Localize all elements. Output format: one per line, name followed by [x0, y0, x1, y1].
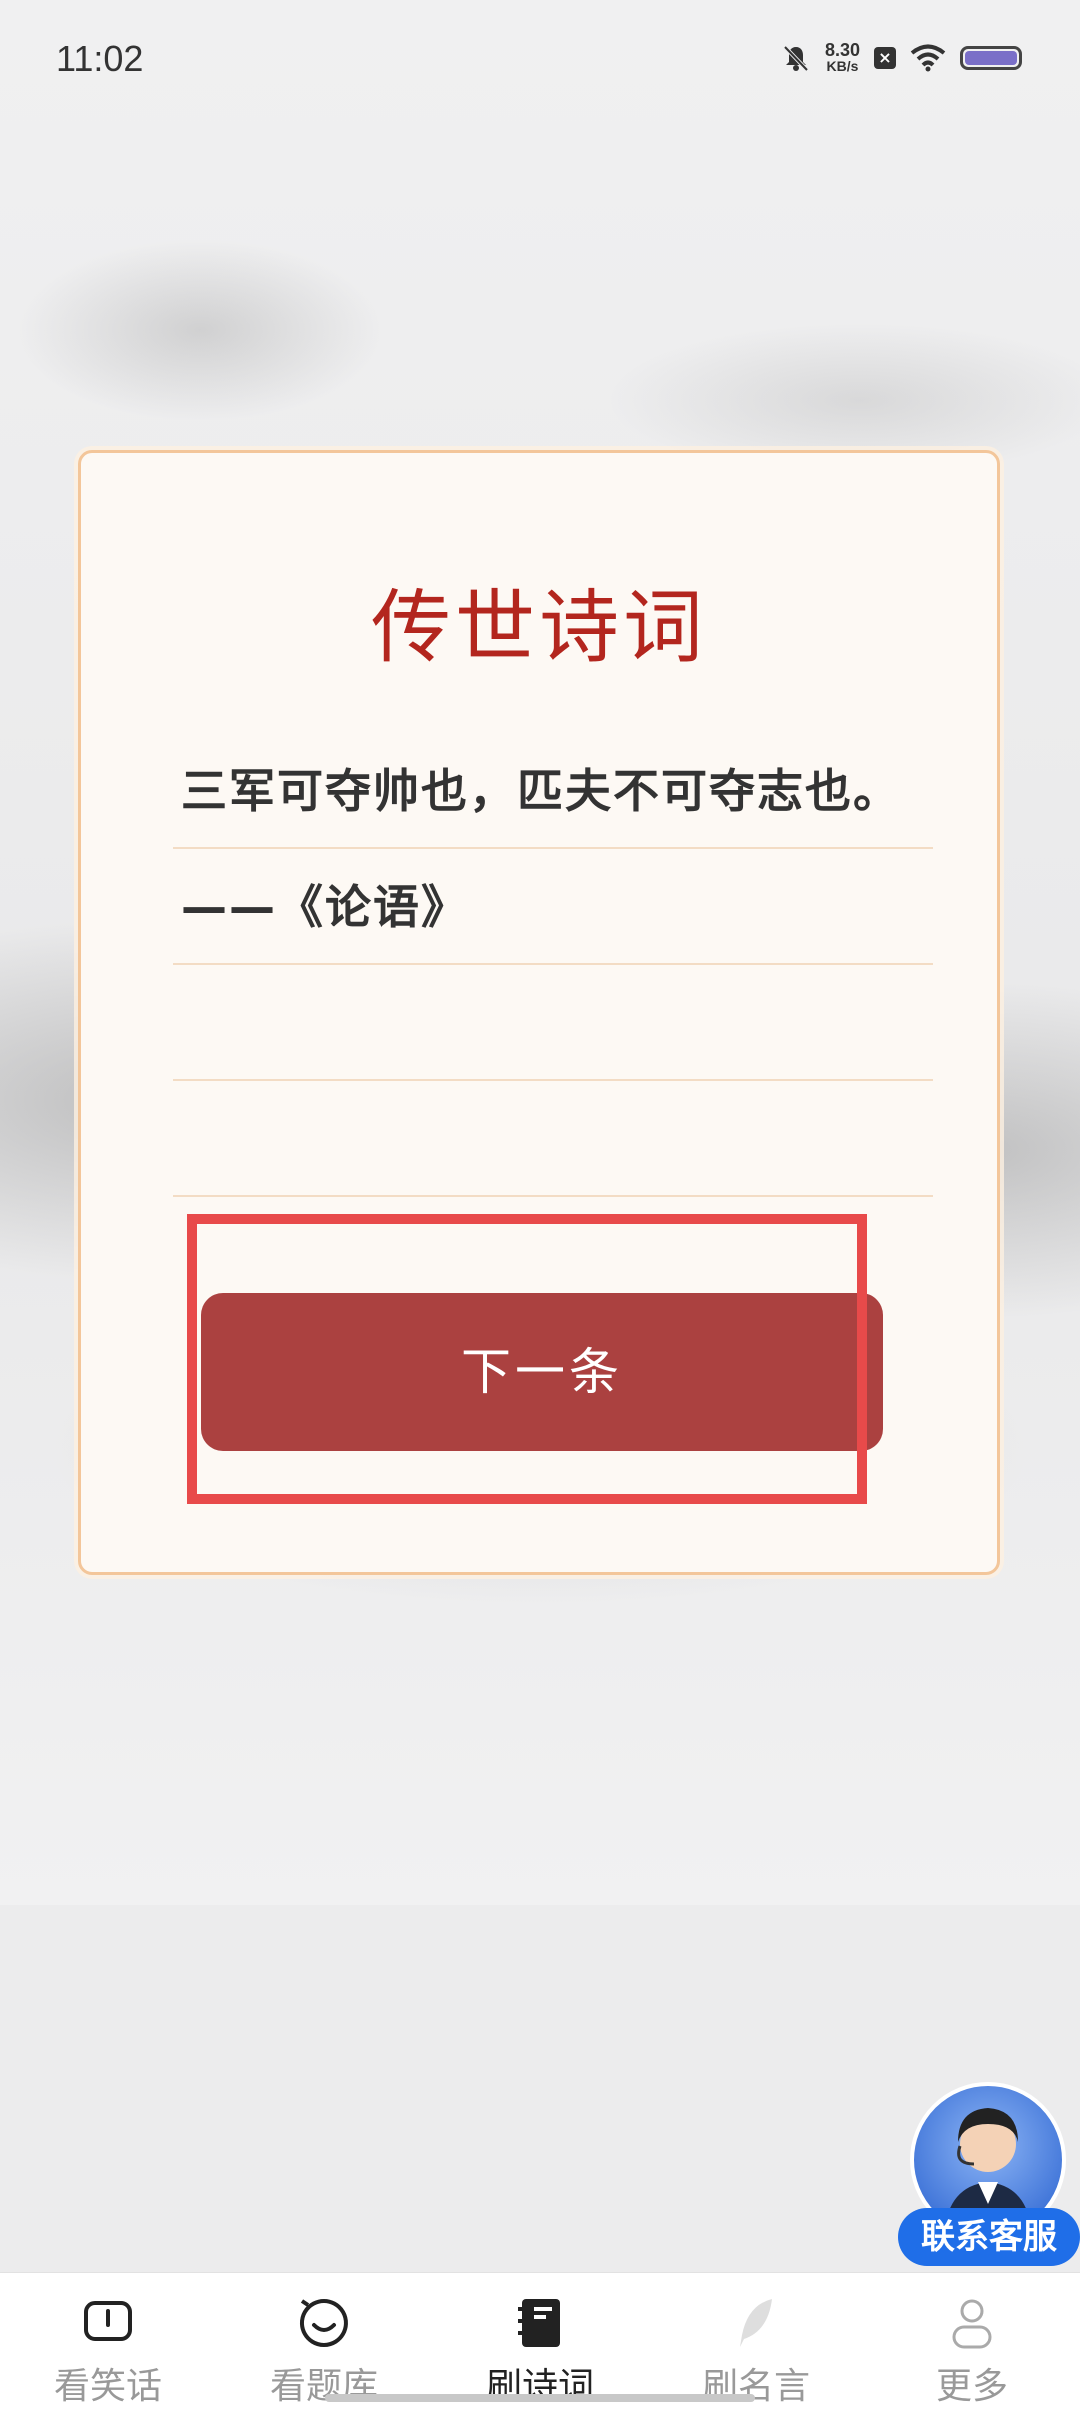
nav-item-poems[interactable]: 刷诗词	[432, 2273, 648, 2409]
home-indicator[interactable]	[325, 2394, 755, 2402]
smile-icon	[299, 2299, 348, 2347]
next-button[interactable]: 下一条	[201, 1293, 883, 1451]
card-title: 传世诗词	[371, 581, 707, 674]
person-icon	[952, 2299, 992, 2349]
network-speed: 8.30 KB/s	[824, 40, 860, 74]
wifi-icon	[910, 44, 946, 72]
speed-value: 8.30	[824, 40, 860, 60]
customer-service-label: 联系客服	[898, 2208, 1080, 2266]
nav-item-more[interactable]: 更多	[864, 2273, 1080, 2409]
feather-icon	[740, 2299, 772, 2347]
verse-rule-line	[173, 965, 933, 1081]
book-icon	[518, 2299, 560, 2347]
speed-unit: KB/s	[826, 58, 859, 74]
status-bar: 11:02 8.30 KB/s ×	[0, 0, 1080, 120]
joke-icon	[84, 2301, 132, 2341]
nav-label: 看笑话	[53, 2366, 162, 2407]
battery-icon	[960, 46, 1022, 70]
nav-item-question-bank[interactable]: 看题库	[216, 2273, 432, 2409]
verse-text: 三军可夺帅也，匹夫不可夺志也。——《论语》	[181, 764, 901, 934]
nav-item-quotes[interactable]: 刷名言	[648, 2273, 864, 2409]
verse-rule-line	[173, 1081, 933, 1197]
poem-card: 传世诗词 三军可夺帅也，匹夫不可夺志也。——《论语》 下一条	[78, 450, 1000, 1575]
bottom-nav: 看笑话 看题库 刷诗词 刷名言 更多	[0, 2272, 1080, 2409]
bell-muted-icon	[783, 45, 809, 72]
status-icons: 8.30 KB/s ×	[781, 40, 1022, 74]
nav-label: 更多	[935, 2366, 1008, 2407]
status-time: 11:02	[56, 38, 144, 79]
sim-x-icon: ×	[874, 47, 896, 69]
nav-item-jokes[interactable]: 看笑话	[0, 2273, 216, 2409]
customer-service-float[interactable]: 联系客服	[898, 2082, 1080, 2272]
